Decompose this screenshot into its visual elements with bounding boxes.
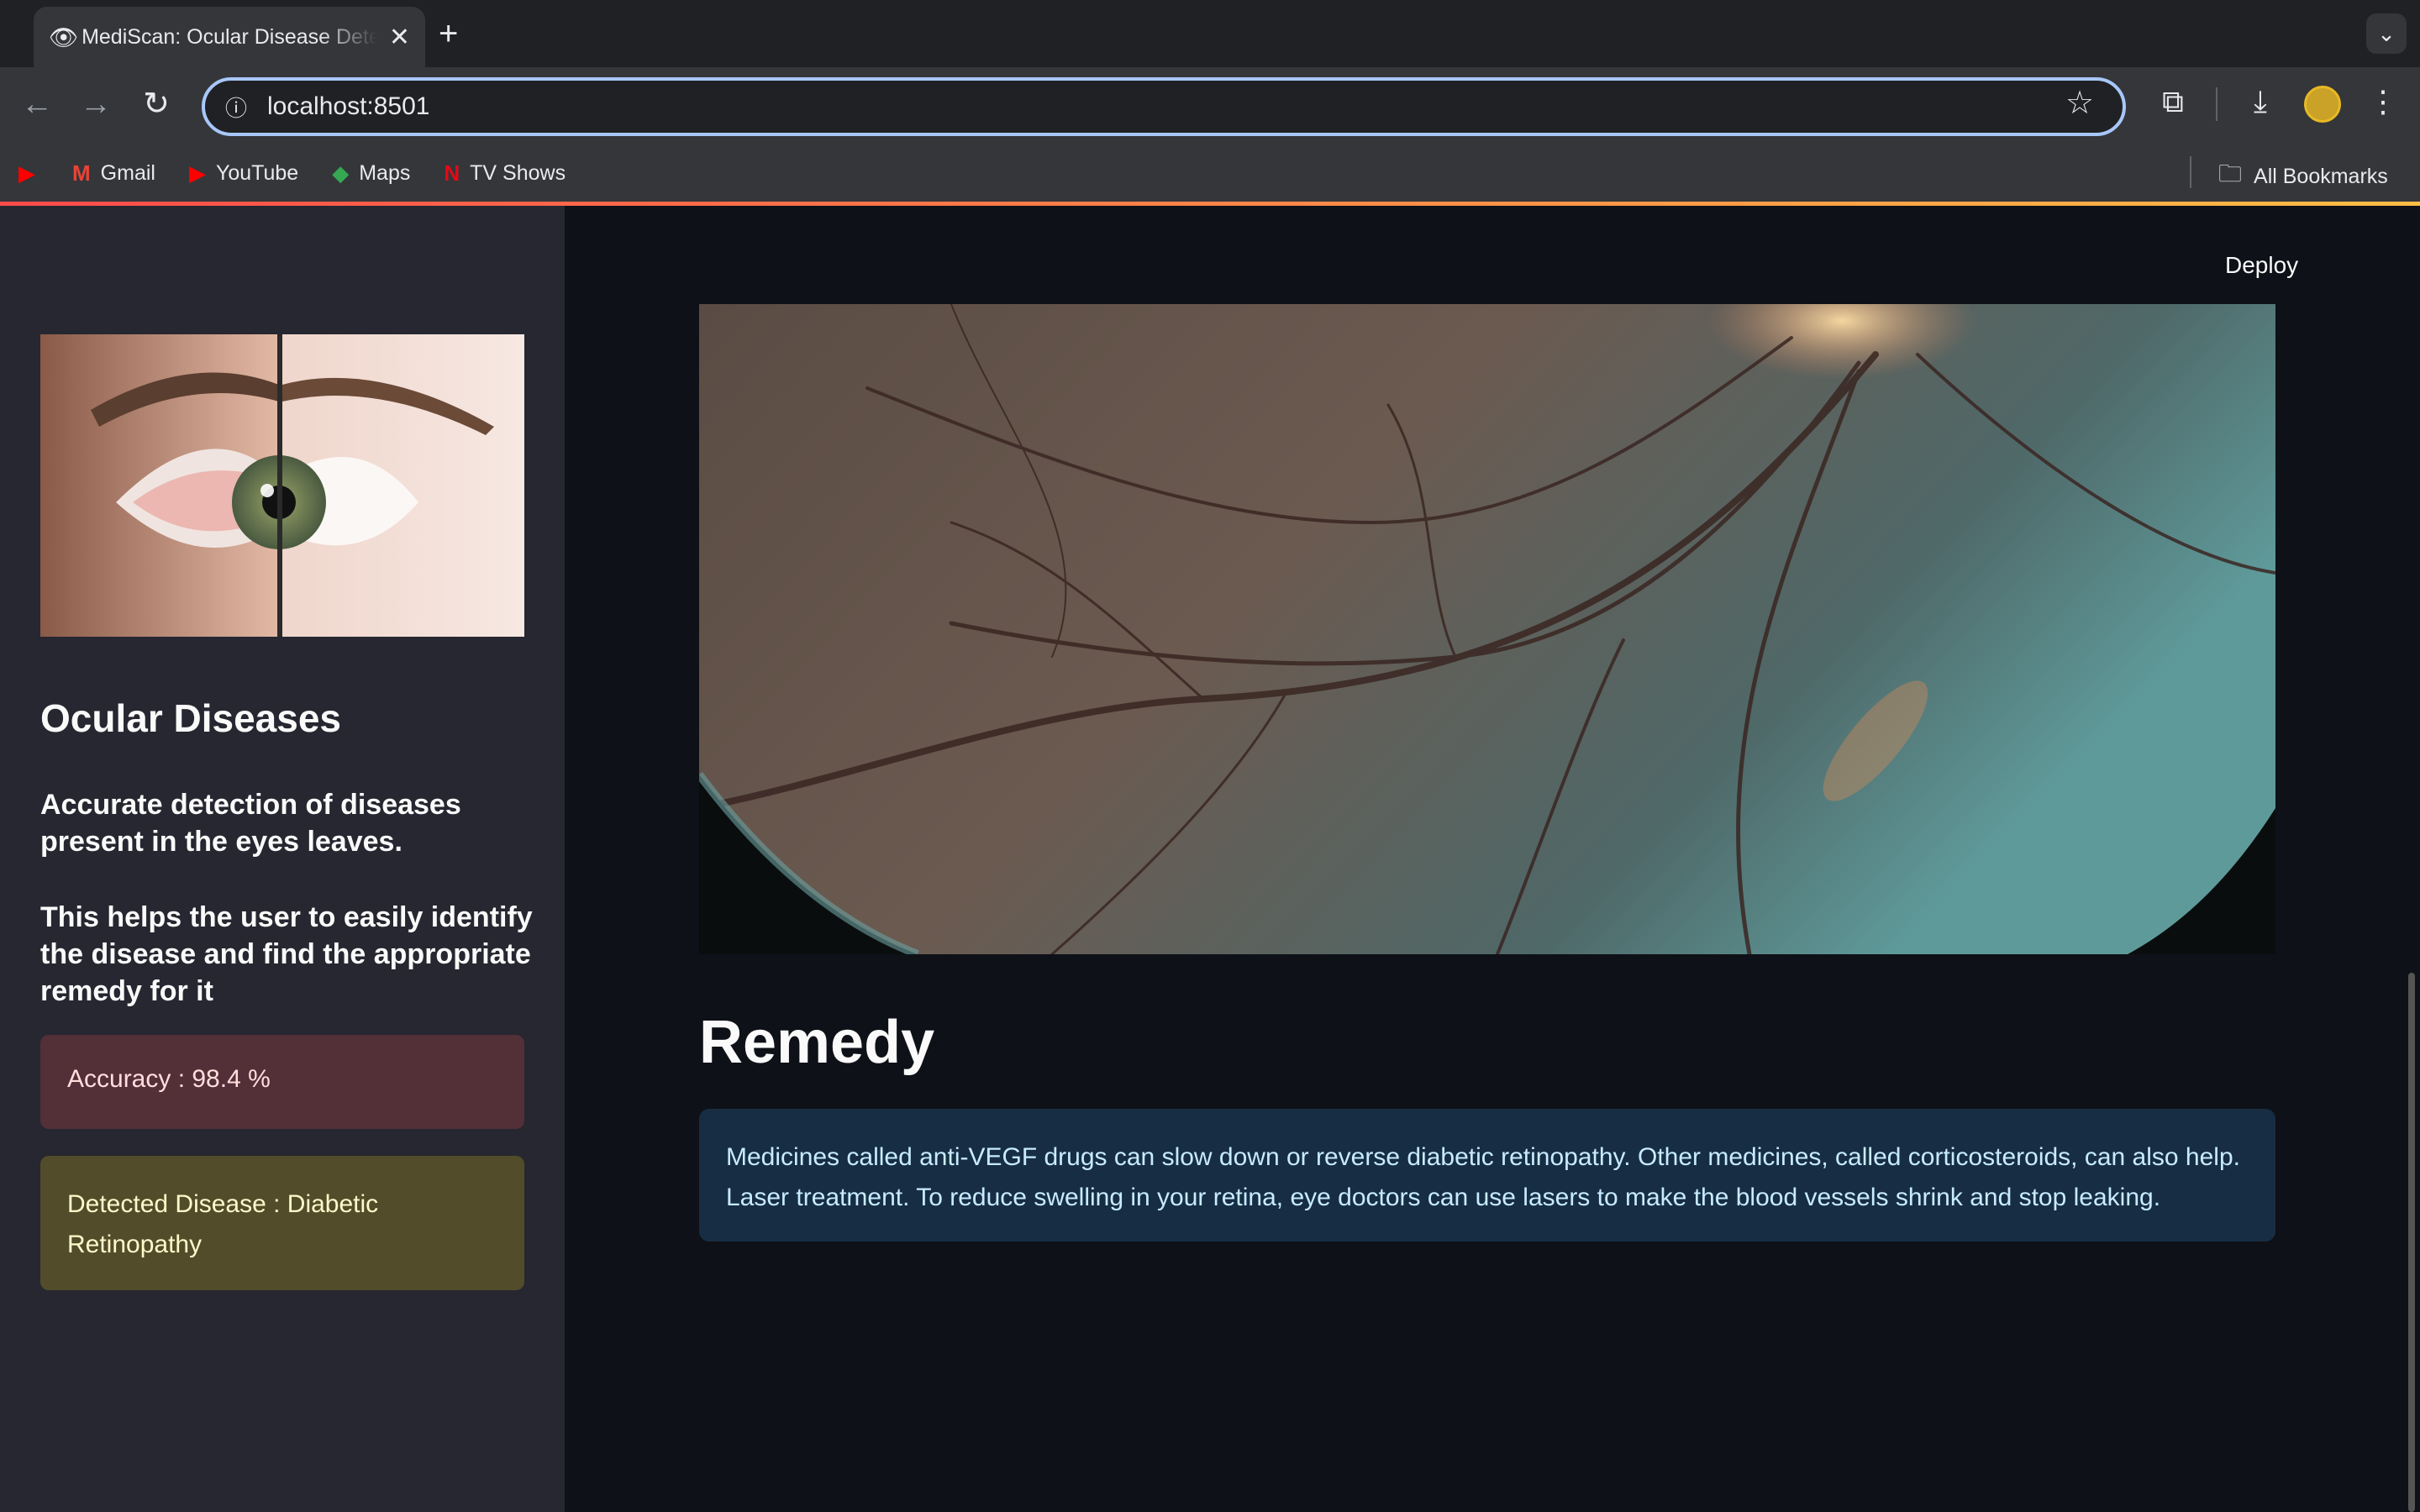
all-bookmarks-button[interactable]: 🗀 All Bookmarks [2218,156,2388,197]
eye-comparison-image [40,334,524,637]
gmail-icon: M [72,160,91,186]
eye-icon: 👁 [49,24,79,50]
sidebar-description: Accurate detection of diseases present i… [40,789,461,858]
remedy-info-box: Medicines called anti-VEGF drugs can slo… [699,1109,2275,1242]
bookmarks-divider [2190,156,2191,188]
profile-avatar[interactable] [2304,86,2341,123]
download-icon[interactable]: ⤓ [2237,84,2284,120]
bookmarks-bar: ▶ M Gmail ▶ YouTube ◆ Maps N TV Shows [0,143,2420,203]
close-icon[interactable]: ✕ [389,23,410,52]
scrollbar[interactable] [2408,973,2415,1512]
reload-button[interactable]: ↻ [133,81,180,128]
youtube-icon: ▶ [18,160,35,186]
tab-title: MediScan: Ocular Disease Detection [82,24,377,49]
address-bar[interactable]: ⓘ localhost:8501 [202,77,2126,136]
bookmark-label: TV Shows [470,160,566,185]
sidebar-title: Ocular Diseases [40,696,342,740]
tab-search-button[interactable]: ⌄ [2366,13,2407,54]
sidebar-help-text: This helps the user to easily identify t… [40,901,533,1007]
remedy-heading: Remedy [699,1009,935,1076]
detected-disease-alert: Detected Disease : Diabetic Retinopathy [40,1156,524,1290]
bookmark-item[interactable]: ▶ [18,160,45,186]
netflix-icon: N [444,160,460,186]
menu-icon[interactable]: ⋮ [2360,84,2407,119]
deploy-button[interactable]: Deploy [2210,245,2313,286]
bookmark-label: Maps [359,160,411,185]
browser-tab[interactable]: 👁 MediScan: Ocular Disease Detection ✕ [34,7,425,67]
maps-icon: ◆ [332,160,350,186]
accuracy-alert: Accuracy : 98.4 % [40,1035,524,1129]
bookmark-label: YouTube [215,160,299,185]
forward-button[interactable]: → [72,81,119,128]
folder-icon: 🗀 [2218,160,2243,186]
bookmark-label: Gmail [100,160,155,185]
bookmark-youtube[interactable]: ▶ YouTube [189,160,298,186]
all-bookmarks-label: All Bookmarks [2254,164,2388,188]
extensions-icon[interactable]: ⧉ [2149,84,2196,120]
retina-fundus-image [699,304,2275,954]
url-text: localhost:8501 [267,92,430,120]
youtube-icon: ▶ [188,160,206,186]
bookmark-gmail[interactable]: M Gmail [72,160,155,186]
bookmark-star-icon[interactable]: ☆ [2065,84,2094,122]
toolbar-divider [2216,87,2217,121]
site-info-icon[interactable]: ⓘ [225,92,267,123]
bookmark-tv-shows[interactable]: N TV Shows [444,160,566,186]
new-tab-button[interactable]: + [439,13,458,54]
back-button[interactable]: ← [13,81,60,128]
bookmark-maps[interactable]: ◆ Maps [332,160,410,186]
